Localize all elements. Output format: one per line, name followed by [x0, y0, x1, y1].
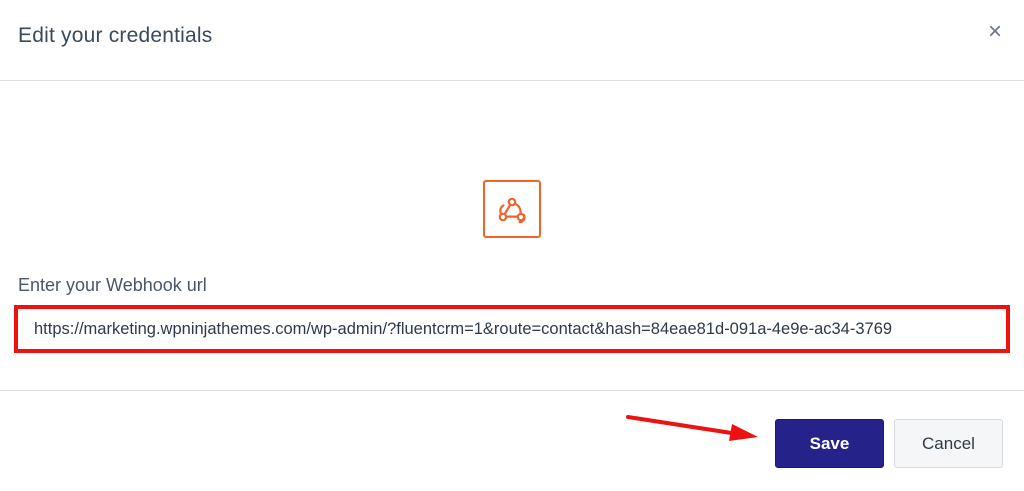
- webhook-url-input[interactable]: [18, 309, 1006, 349]
- webhook-url-highlight: [14, 305, 1010, 353]
- close-icon[interactable]: ×: [984, 20, 1006, 44]
- annotation-arrow-icon: [626, 415, 758, 441]
- webhook-icon: [498, 197, 526, 224]
- dialog-header: Edit your credentials ×: [0, 0, 1024, 81]
- webhook-url-label: Enter your Webhook url: [18, 275, 207, 295]
- edit-credentials-dialog: Edit your credentials × Enter your Webho…: [0, 0, 1024, 491]
- webhook-logo: [483, 180, 541, 238]
- cancel-button[interactable]: Cancel: [894, 419, 1003, 468]
- dialog-footer: Save Cancel: [0, 391, 1024, 491]
- dialog-title: Edit your credentials: [18, 24, 213, 47]
- save-button[interactable]: Save: [775, 419, 884, 468]
- dialog-body: Enter your Webhook url: [0, 81, 1024, 391]
